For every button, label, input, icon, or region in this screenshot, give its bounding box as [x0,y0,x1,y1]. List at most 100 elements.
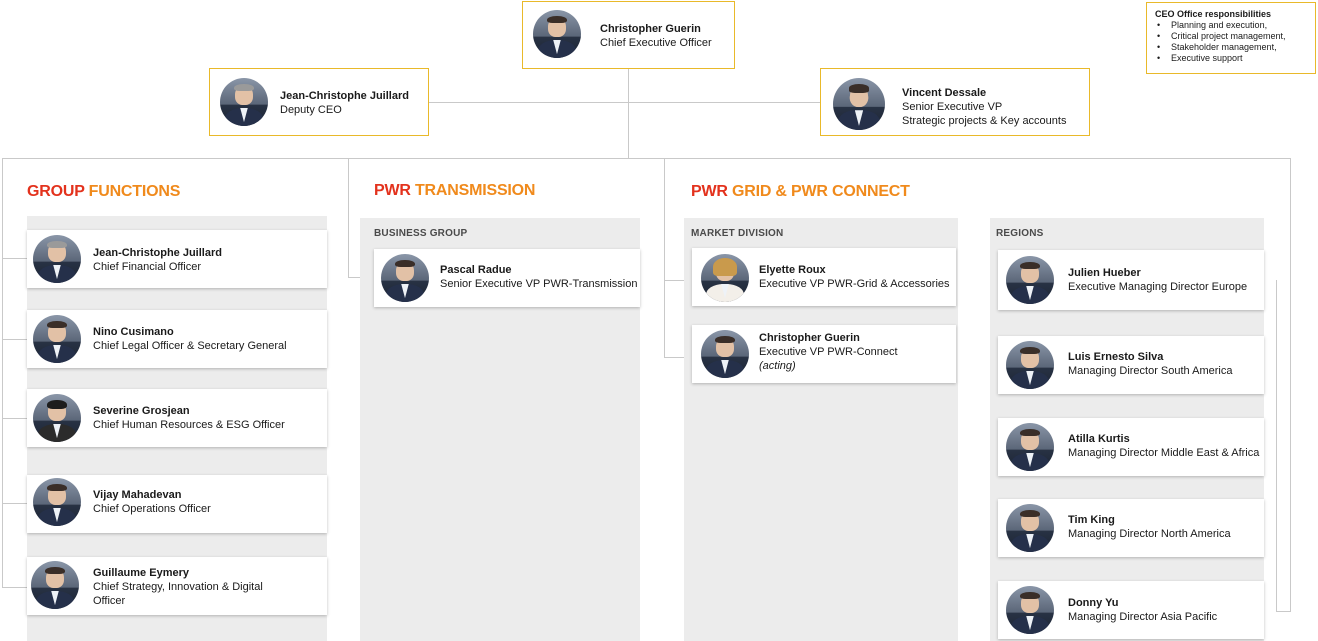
person-card-region-asia-pacific: Donny Yu Managing Director Asia Pacific [998,581,1264,639]
avatar [33,394,81,442]
ceo-title: Chief Executive Officer [600,37,712,49]
person-name: Atilla Kurtis [1068,433,1130,445]
person-card-clo: Nino Cusimano Chief Legal Officer & Secr… [27,310,327,368]
section-title-part: PWR [374,182,411,199]
person-title: Executive VP PWR-Connect [759,346,898,358]
person-card-cso: Guillaume Eymery Chief Strategy, Innovat… [27,557,327,615]
person-name: Nino Cusimano [93,326,174,338]
avatar [33,315,81,363]
ceo-office-item: Planning and execution, [1157,20,1307,31]
ceo-office-item: Stakeholder management, [1157,42,1307,53]
ceo-name: Christopher Guerin [600,23,701,35]
ceo-office-list: Planning and execution, Critical project… [1155,20,1307,64]
avatar [33,478,81,526]
ceo-box: Christopher Guerin Chief Executive Offic… [522,1,735,69]
person-card-cfo: Jean-Christophe Juillard Chief Financial… [27,230,327,288]
person-name: Elyette Roux [759,264,826,276]
person-title: Managing Director North America [1068,528,1231,540]
person-card-evp-connect: Christopher Guerin Executive VP PWR-Conn… [692,325,956,383]
person-name: Luis Ernesto Silva [1068,351,1164,363]
person-title-cont: Officer [93,595,126,607]
sevp-name: Vincent Dessale [902,87,987,99]
person-card-region-europe: Julien Hueber Executive Managing Directo… [998,250,1264,310]
connector-gf-3 [2,418,28,419]
person-title: Senior Executive VP PWR-Transmission [440,278,638,290]
sevp-title-1: Senior Executive VP [902,101,1003,113]
connector-right-outer [1290,158,1291,612]
avatar [31,561,79,609]
person-card-region-north-america: Tim King Managing Director North America [998,499,1264,557]
avatar [1006,504,1054,552]
sevp-title-2: Strategic projects & Key accounts [902,115,1067,127]
avatar [701,254,749,302]
connector-gf-2 [2,339,28,340]
section-title-part: PWR [691,183,728,200]
connector-gf-1 [2,258,28,259]
person-title: Executive Managing Director Europe [1068,281,1248,293]
person-card-region-mea: Atilla Kurtis Managing Director Middle E… [998,418,1264,476]
section-title-part: FUNCTIONS [88,183,181,200]
regions-label: REGIONS [996,228,1044,239]
ceo-office-item: Executive support [1157,53,1307,64]
person-note: (acting) [759,360,796,372]
person-card-region-south-america: Luis Ernesto Silva Managing Director Sou… [998,336,1264,394]
avatar [701,330,749,378]
person-card-sevp-transmission: Pascal Radue Senior Executive VP PWR-Tra… [374,249,640,307]
connector-ceo-vertical [628,68,629,158]
market-division-label: MARKET DIVISION [691,228,784,239]
ceo-avatar [533,10,581,58]
person-name: Tim King [1068,514,1115,526]
person-title: Managing Director Asia Pacific [1068,611,1218,623]
section-title-pwr-grid: PWR GRID & PWR CONNECT [691,183,910,201]
connector-deputy-horizontal [429,102,629,103]
person-title: Managing Director South America [1068,365,1233,377]
person-card-chro: Severine Grosjean Chief Human Resources … [27,389,327,447]
person-name: Christopher Guerin [759,332,860,344]
deputy-ceo-name: Jean-Christophe Juillard [280,90,409,102]
avatar [33,235,81,283]
section-title-part: GROUP [27,183,85,200]
connector-regions-bottom [1276,611,1291,612]
deputy-ceo-title: Deputy CEO [280,104,342,116]
deputy-ceo-box: Jean-Christophe Juillard Deputy CEO [209,68,429,136]
sevp-avatar [833,78,885,130]
avatar [381,254,429,302]
person-title: Chief Strategy, Innovation & Digital [93,581,263,593]
avatar [1006,256,1054,304]
connector-sevp-horizontal [629,102,820,103]
connector-left-outer [2,158,3,588]
person-card-evp-grid: Elyette Roux Executive VP PWR-Grid & Acc… [692,248,956,306]
avatar [1006,341,1054,389]
person-card-coo: Vijay Mahadevan Chief Operations Officer [27,475,327,533]
person-name: Julien Hueber [1068,267,1141,279]
deputy-ceo-avatar [220,78,268,126]
section-title-part: TRANSMISSION [414,182,536,199]
section-title-group-functions: GROUP FUNCTIONS [27,183,180,201]
person-name: Guillaume Eymery [93,567,189,579]
avatar [1006,423,1054,471]
ceo-office-heading: CEO Office responsibilities [1155,9,1272,19]
ceo-office-item: Critical project management, [1157,31,1307,42]
person-title: Executive VP PWR-Grid & Accessories [759,278,950,290]
section-title-part: GRID & PWR CONNECT [731,183,910,200]
connector-regions-vertical [1276,280,1277,612]
person-title: Chief Legal Officer & Secretary General [93,340,287,352]
ceo-office-responsibilities-box: CEO Office responsibilities Planning and… [1146,2,1316,74]
person-name: Severine Grosjean [93,405,190,417]
connector-gf-4 [2,503,28,504]
person-title: Managing Director Middle East & Africa [1068,447,1260,459]
person-name: Donny Yu [1068,597,1119,609]
connector-transmission-drop [348,158,349,277]
person-title: Chief Human Resources & ESG Officer [93,419,285,431]
person-name: Vijay Mahadevan [93,489,182,501]
connector-grid-drop [664,158,665,358]
section-title-pwr-transmission: PWR TRANSMISSION [374,182,535,200]
connector-gf-5 [2,587,28,588]
person-name: Pascal Radue [440,264,512,276]
avatar [1006,586,1054,634]
person-name: Jean-Christophe Juillard [93,247,222,259]
connector-top-horizontal [2,158,1290,159]
person-title: Chief Financial Officer [93,261,202,273]
person-title: Chief Operations Officer [93,503,211,515]
business-group-label: BUSINESS GROUP [374,228,468,239]
